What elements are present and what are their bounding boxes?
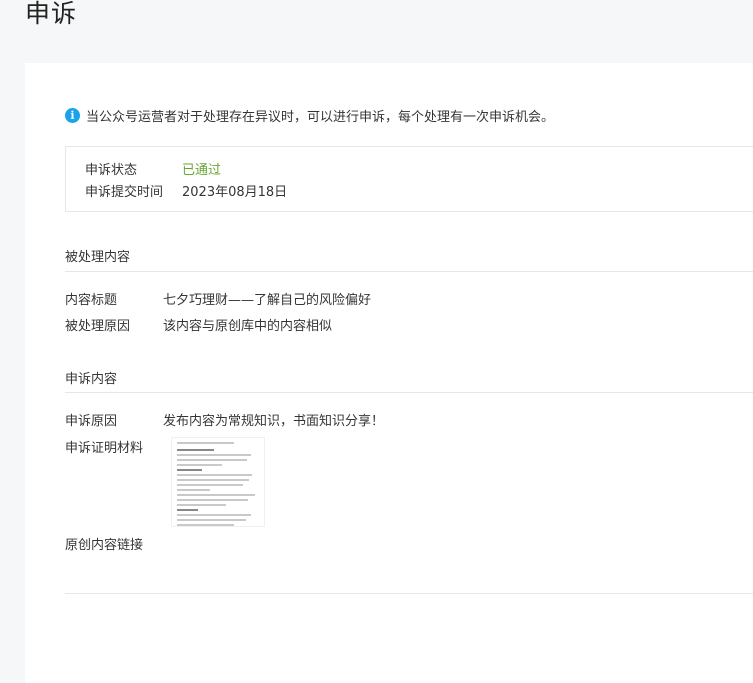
appeal-status-value: 已通过 <box>182 163 222 178</box>
appeal-proof-row: 申诉证明材料 <box>65 437 163 456</box>
page-title: 申诉 <box>25 0 78 28</box>
original-link-row: 原创内容链接 <box>65 534 163 553</box>
processed-reason-row: 被处理原因 该内容与原创库中的内容相似 <box>65 315 332 334</box>
appeal-detail-card: i 当公众号运营者对于处理存在异议时，可以进行申诉，每个处理有一次申诉机会。 申… <box>25 63 753 683</box>
divider <box>65 593 753 594</box>
appeal-notice: i 当公众号运营者对于处理存在异议时，可以进行申诉，每个处理有一次申诉机会。 <box>65 106 554 125</box>
content-title-label: 内容标题 <box>65 293 118 308</box>
appeal-status-box: 申诉状态 已通过 申诉提交时间 2023年08月18日 <box>65 146 753 212</box>
appeal-section-title: 申诉内容 <box>65 372 118 387</box>
appeal-status-row: 申诉状态 已通过 <box>85 159 221 178</box>
processed-section-title: 被处理内容 <box>65 250 131 265</box>
content-title-value: 七夕巧理财——了解自己的风险偏好 <box>163 293 372 308</box>
info-icon: i <box>65 108 80 123</box>
appeal-reason-label: 申诉原因 <box>65 414 118 429</box>
appeal-status-label: 申诉状态 <box>85 163 138 178</box>
original-link-label: 原创内容链接 <box>65 538 144 553</box>
appeal-time-value: 2023年08月18日 <box>182 185 288 200</box>
proof-image-thumbnail[interactable] <box>171 437 265 527</box>
appeal-reason-row: 申诉原因 发布内容为常规知识，书面知识分享！ <box>65 410 384 429</box>
processed-reason-value: 该内容与原创库中的内容相似 <box>163 319 333 334</box>
processed-reason-label: 被处理原因 <box>65 319 131 334</box>
divider <box>65 271 753 272</box>
divider <box>65 392 753 393</box>
appeal-time-row: 申诉提交时间 2023年08月18日 <box>85 181 287 200</box>
notice-text: 当公众号运营者对于处理存在异议时，可以进行申诉，每个处理有一次申诉机会。 <box>86 110 555 125</box>
content-title-row: 内容标题 七夕巧理财——了解自己的风险偏好 <box>65 289 371 308</box>
appeal-proof-label: 申诉证明材料 <box>65 441 144 456</box>
appeal-reason-value: 发布内容为常规知识，书面知识分享！ <box>163 414 385 429</box>
appeal-time-label: 申诉提交时间 <box>85 185 164 200</box>
